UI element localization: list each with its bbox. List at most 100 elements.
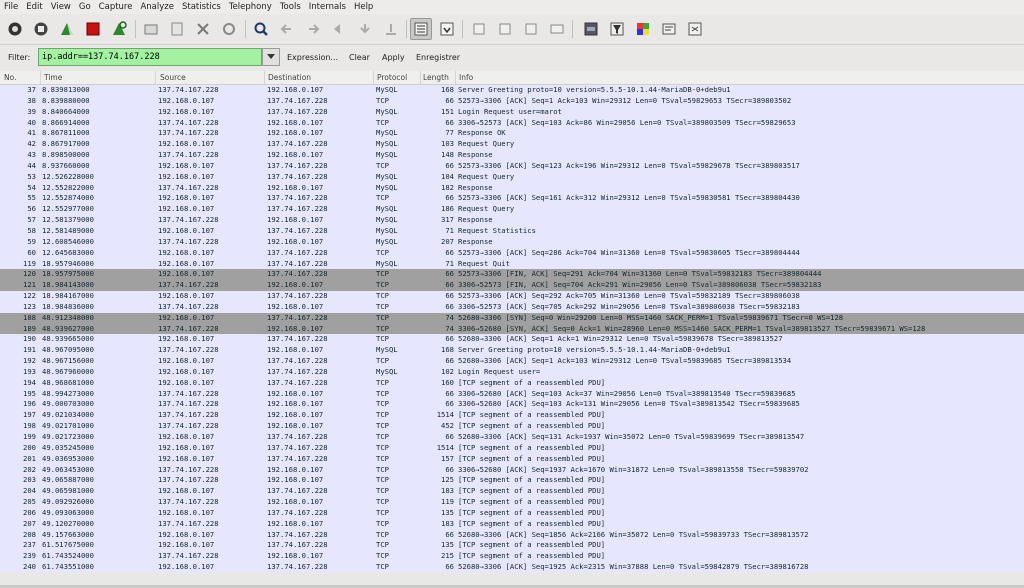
table-row[interactable]: 202 49.063453000 137.74.167.228 192.168.0.1… bbox=[0, 464, 1024, 476]
table-row[interactable]: 119 18.957946000 192.168.0.107 137.74.167.2… bbox=[0, 258, 1024, 270]
table-row[interactable]: 195 48.994273000 137.74.167.228 192.168.0.1… bbox=[0, 388, 1024, 400]
table-row[interactable]: 189 48.939627000 137.74.167.228 192.168.0.1… bbox=[0, 323, 1024, 335]
table-row[interactable]: 120 18.957975000 192.168.0.107 137.74.167.2… bbox=[0, 269, 1024, 281]
table-row[interactable]: 193 48.967960000 192.168.0.107 137.74.167.2… bbox=[0, 366, 1024, 378]
table-row[interactable]: 205 49.092926000 137.74.167.228 192.168.0.1… bbox=[0, 497, 1024, 508]
first-packet-icon[interactable] bbox=[354, 18, 376, 40]
menu-edit[interactable]: Edit bbox=[22, 0, 46, 14]
table-row[interactable]: 122 18.984167000 192.168.0.107 137.74.167.2… bbox=[0, 291, 1024, 302]
table-row[interactable]: 206 49.093063000 192.168.0.107 137.74.167.2… bbox=[0, 507, 1024, 519]
find-packet-icon[interactable] bbox=[250, 18, 272, 40]
table-row[interactable]: 208 49.157663000 192.168.0.107 137.74.167.2… bbox=[0, 529, 1024, 541]
table-row[interactable]: 41 8.867811000 137.74.167.228 192.168.0.107… bbox=[0, 128, 1024, 140]
table-row[interactable]: 239 61.743524000 137.74.167.228 192.168.0.1… bbox=[0, 551, 1024, 563]
cell-len: 452 bbox=[441, 421, 454, 431]
table-row[interactable]: 203 49.065887000 137.74.167.228 192.168.0.1… bbox=[0, 475, 1024, 487]
table-row[interactable]: 191 48.967095000 137.74.167.228 192.168.0.1… bbox=[0, 345, 1024, 357]
help-icon[interactable] bbox=[684, 18, 706, 40]
table-row[interactable]: 57 12.581379000 137.74.167.228 192.168.0.10… bbox=[0, 215, 1024, 226]
table-row[interactable]: 237 61.517675000 192.168.0.107 137.74.167.2… bbox=[0, 540, 1024, 552]
colorize-icon[interactable] bbox=[410, 18, 432, 40]
cell-info: 52680→3306 [ACK] Seq=1 Ack=103 Win=29312… bbox=[458, 356, 792, 366]
display-filters-icon[interactable] bbox=[606, 18, 628, 40]
table-row[interactable]: 123 18.984836000 137.74.167.228 192.168.0.1… bbox=[0, 301, 1024, 313]
preferences-icon[interactable] bbox=[658, 18, 680, 40]
col-source[interactable]: Source bbox=[160, 73, 186, 82]
display-filter-input[interactable]: ip.addr==137.74.167.228 bbox=[38, 48, 262, 66]
zoom-in-icon[interactable] bbox=[468, 18, 490, 40]
table-row[interactable]: 192 48.967156000 192.168.0.107 137.74.167.2… bbox=[0, 356, 1024, 367]
table-row[interactable]: 37 8.839813000 137.74.167.228 192.168.0.107… bbox=[0, 85, 1024, 96]
menu-analyze[interactable]: Analyze bbox=[136, 0, 178, 14]
table-row[interactable]: 39 8.840664000 192.168.0.107 137.74.167.228… bbox=[0, 106, 1024, 118]
interfaces-icon[interactable] bbox=[4, 18, 26, 40]
cell-dst: 137.74.167.228 bbox=[267, 334, 328, 344]
table-row[interactable]: 55 12.552874000 192.168.0.107 137.74.167.22… bbox=[0, 193, 1024, 205]
open-file-icon[interactable] bbox=[140, 18, 162, 40]
table-row[interactable]: 188 48.912348000 192.168.0.107 137.74.167.2… bbox=[0, 312, 1024, 324]
col-time[interactable]: Time bbox=[44, 73, 62, 82]
menu-internals[interactable]: Internals bbox=[305, 0, 350, 14]
table-row[interactable]: 60 12.645683000 192.168.0.107 137.74.167.22… bbox=[0, 247, 1024, 259]
table-row[interactable]: 53 12.526228000 192.168.0.107 137.74.167.22… bbox=[0, 171, 1024, 183]
table-row[interactable]: 199 49.021723000 192.168.0.107 137.74.167.2… bbox=[0, 432, 1024, 443]
menu-tools[interactable]: Tools bbox=[276, 0, 305, 14]
table-row[interactable]: 194 48.968681000 192.168.0.107 137.74.167.2… bbox=[0, 377, 1024, 389]
menu-file[interactable]: File bbox=[0, 0, 22, 14]
menu-statistics[interactable]: Statistics bbox=[178, 0, 225, 14]
resize-columns-icon[interactable] bbox=[546, 18, 568, 40]
table-row[interactable]: 121 18.984143000 137.74.167.228 192.168.0.1… bbox=[0, 280, 1024, 292]
clear-button[interactable]: Clear bbox=[349, 53, 370, 62]
table-row[interactable]: 240 61.743551000 192.168.0.107 137.74.167.2… bbox=[0, 562, 1024, 573]
options-icon[interactable] bbox=[30, 18, 52, 40]
table-row[interactable]: 207 49.120270000 137.74.167.228 192.168.0.1… bbox=[0, 518, 1024, 530]
menu-go[interactable]: Go bbox=[75, 0, 95, 14]
table-row[interactable]: 197 49.021034000 137.74.167.228 192.168.0.1… bbox=[0, 410, 1024, 422]
table-row[interactable]: 190 48.939665000 192.168.0.107 137.74.167.2… bbox=[0, 334, 1024, 346]
start-capture-icon[interactable] bbox=[56, 18, 78, 40]
close-file-icon[interactable] bbox=[192, 18, 214, 40]
save-filter-button[interactable]: Enregistrer bbox=[416, 53, 460, 62]
table-row[interactable]: 42 8.867917000 192.168.0.107 137.74.167.228… bbox=[0, 139, 1024, 151]
expression-button[interactable]: Expression... bbox=[287, 53, 338, 62]
col-no[interactable]: No. bbox=[4, 73, 16, 82]
zoom-out-icon[interactable] bbox=[494, 18, 516, 40]
last-packet-icon[interactable] bbox=[380, 18, 402, 40]
menu-telephony[interactable]: Telephony bbox=[225, 0, 276, 14]
go-forward-icon[interactable] bbox=[302, 18, 324, 40]
go-to-packet-icon[interactable] bbox=[328, 18, 350, 40]
col-protocol[interactable]: Protocol bbox=[377, 73, 407, 82]
filter-dropdown-button[interactable] bbox=[262, 48, 280, 66]
table-row[interactable]: 204 49.065981000 192.168.0.107 137.74.167.2… bbox=[0, 486, 1024, 498]
restart-capture-icon[interactable] bbox=[108, 18, 130, 40]
stop-capture-icon[interactable] bbox=[82, 18, 104, 40]
table-row[interactable]: 58 12.581489000 192.168.0.107 137.74.167.22… bbox=[0, 225, 1024, 237]
table-row[interactable]: 56 12.552977000 192.168.0.107 137.74.167.22… bbox=[0, 204, 1024, 216]
menu-capture[interactable]: Capture bbox=[95, 0, 137, 14]
col-length[interactable]: Length bbox=[423, 73, 449, 82]
table-row[interactable]: 40 8.866914000 137.74.167.228 192.168.0.107… bbox=[0, 117, 1024, 129]
table-row[interactable]: 59 12.608546000 137.74.167.228 192.168.0.10… bbox=[0, 236, 1024, 248]
go-back-icon[interactable] bbox=[276, 18, 298, 40]
capture-filters-icon[interactable] bbox=[580, 18, 602, 40]
table-row[interactable]: 200 49.035245000 192.168.0.107 137.74.167.2… bbox=[0, 442, 1024, 454]
menu-help[interactable]: Help bbox=[350, 0, 377, 14]
col-info[interactable]: Info bbox=[459, 73, 473, 82]
coloring-rules-icon[interactable] bbox=[632, 18, 654, 40]
normal-size-icon[interactable] bbox=[520, 18, 542, 40]
menu-view[interactable]: View bbox=[47, 0, 75, 14]
table-row[interactable]: 44 8.937660000 192.168.0.107 137.74.167.228… bbox=[0, 160, 1024, 172]
autoscroll-icon[interactable] bbox=[436, 18, 458, 40]
col-destination[interactable]: Destination bbox=[268, 73, 311, 82]
save-file-icon[interactable] bbox=[166, 18, 188, 40]
table-row[interactable]: 43 8.898500000 137.74.167.228 192.168.0.107… bbox=[0, 150, 1024, 161]
reload-icon[interactable] bbox=[218, 18, 240, 40]
table-row[interactable]: 54 12.552822000 137.74.167.228 192.168.0.10… bbox=[0, 182, 1024, 194]
main-toolbar bbox=[0, 14, 1024, 45]
table-row[interactable]: 196 49.000703000 137.74.167.228 192.168.0.1… bbox=[0, 399, 1024, 411]
table-row[interactable]: 38 8.839880000 192.168.0.107 137.74.167.228… bbox=[0, 95, 1024, 107]
apply-button[interactable]: Apply bbox=[382, 53, 405, 62]
table-row[interactable]: 198 49.021701000 137.74.167.228 192.168.0.1… bbox=[0, 421, 1024, 432]
cell-time: 12.526228000 bbox=[42, 171, 94, 181]
table-row[interactable]: 201 49.036953000 192.168.0.107 137.74.167.2… bbox=[0, 453, 1024, 465]
